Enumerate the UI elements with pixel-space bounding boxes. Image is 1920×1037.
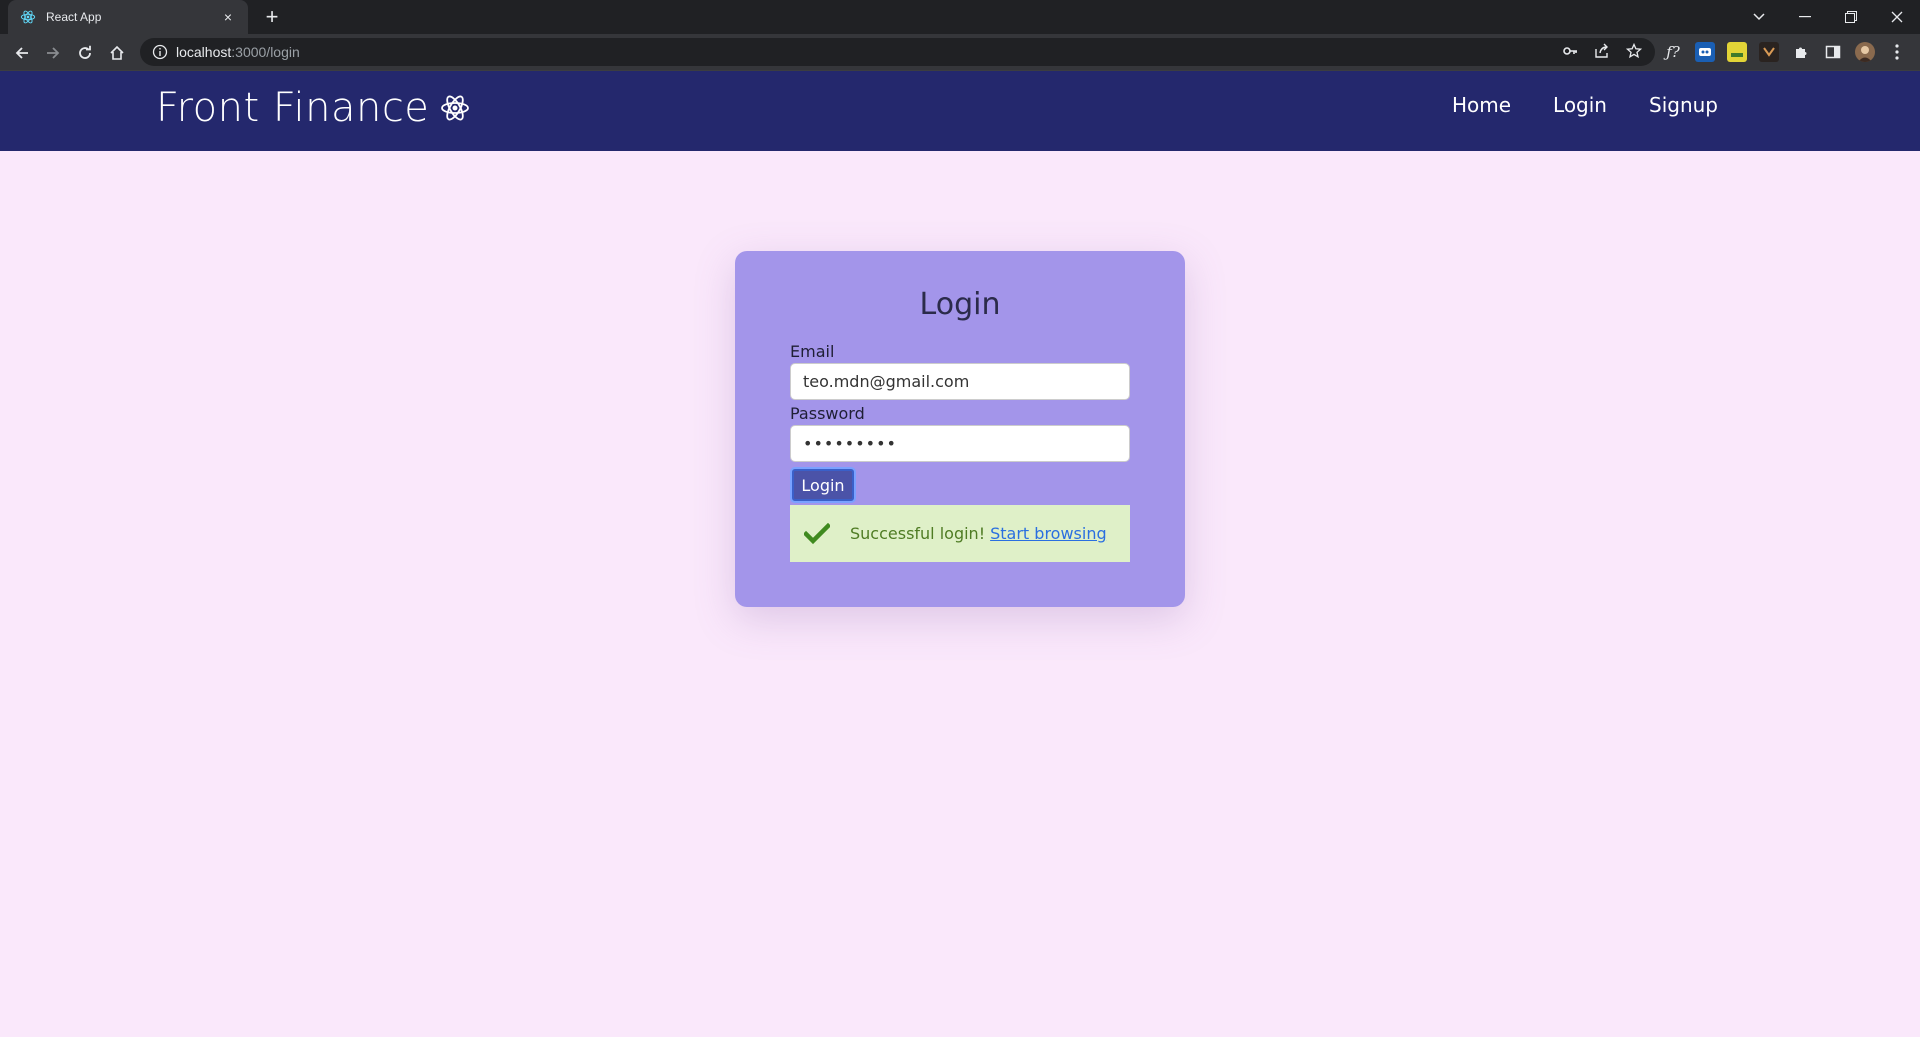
info-icon[interactable] <box>152 44 168 60</box>
url-path: :3000/login <box>231 44 300 60</box>
profile-avatar-icon <box>1858 46 1872 62</box>
home-icon <box>110 45 124 60</box>
blue-ext-glyph-icon <box>1699 48 1711 56</box>
email-field[interactable] <box>790 363 1130 400</box>
email-label: Email <box>790 342 835 361</box>
home-button[interactable] <box>104 40 130 66</box>
nav-home[interactable]: Home <box>1452 93 1511 117</box>
login-button[interactable]: Login <box>790 467 856 503</box>
sidepanel-icon <box>1825 45 1841 59</box>
forward-button[interactable] <box>40 40 66 66</box>
nav-signup[interactable]: Signup <box>1649 93 1718 117</box>
brand[interactable]: Front Finance <box>156 85 471 131</box>
success-alert: Successful login! Start browsing <box>790 505 1130 562</box>
tab-search-button[interactable] <box>1736 0 1782 34</box>
share-button[interactable] <box>1591 40 1613 62</box>
brand-title: Front Finance <box>156 85 430 131</box>
reload-button[interactable] <box>72 40 98 66</box>
reload-icon <box>79 45 91 59</box>
restore-icon <box>1845 11 1857 23</box>
close-icon <box>1891 11 1903 23</box>
dark-ext-icon[interactable] <box>1759 42 1779 62</box>
browser-tabstrip: React App × + <box>0 0 1920 34</box>
key-icon <box>1563 47 1577 55</box>
minimize-icon <box>1799 16 1811 18</box>
password-key-button[interactable] <box>1559 40 1581 62</box>
side-panel-button[interactable] <box>1823 42 1843 62</box>
yellow-ext-icon[interactable] <box>1727 42 1747 62</box>
star-icon <box>1626 43 1642 59</box>
password-field[interactable] <box>790 425 1130 462</box>
login-title: Login <box>919 287 1001 322</box>
new-tab-button[interactable]: + <box>260 5 284 29</box>
tab-title: React App <box>46 10 102 24</box>
minimize-button[interactable] <box>1782 0 1828 34</box>
main-nav: Home Login Signup <box>1452 93 1718 117</box>
address-bar[interactable]: localhost:3000/login <box>140 38 1655 66</box>
nav-login[interactable]: Login <box>1553 93 1607 117</box>
bookmark-button[interactable] <box>1623 40 1645 62</box>
kebab-menu-icon <box>1895 44 1899 60</box>
dark-ext-glyph-icon <box>1763 47 1775 57</box>
chevron-down-icon <box>1753 13 1765 21</box>
password-label: Password <box>790 404 865 423</box>
tab-close-button[interactable]: × <box>220 9 236 25</box>
forward-arrow-icon <box>47 47 60 59</box>
alert-message: Successful login! <box>850 524 986 543</box>
function-ext-icon[interactable]: ƒ? <box>1663 42 1683 62</box>
share-icon <box>1595 43 1608 58</box>
react-favicon-icon <box>20 10 36 24</box>
back-arrow-icon <box>15 47 28 59</box>
yellow-ext-glyph-icon <box>1731 53 1743 57</box>
puzzle-icon <box>1796 47 1807 58</box>
url-host: localhost <box>176 44 232 60</box>
restore-button[interactable] <box>1828 0 1874 34</box>
blue-ext-icon[interactable] <box>1695 42 1715 62</box>
browser-toolbar: localhost:3000/login ƒ? <box>0 34 1920 71</box>
avatar[interactable] <box>1855 42 1875 62</box>
checkmark-icon <box>804 522 830 544</box>
app-header: Front Finance Home Login Signup <box>0 71 1920 151</box>
extensions-button[interactable] <box>1791 42 1811 62</box>
react-atom-icon <box>441 95 470 121</box>
browser-menu-button[interactable] <box>1887 42 1907 62</box>
close-window-button[interactable] <box>1874 0 1920 34</box>
browser-tab[interactable]: React App × <box>8 0 248 34</box>
start-browsing-link[interactable]: Start browsing <box>990 524 1107 543</box>
login-card: Login Email Password Login Successful lo… <box>735 251 1185 607</box>
back-button[interactable] <box>9 40 35 66</box>
